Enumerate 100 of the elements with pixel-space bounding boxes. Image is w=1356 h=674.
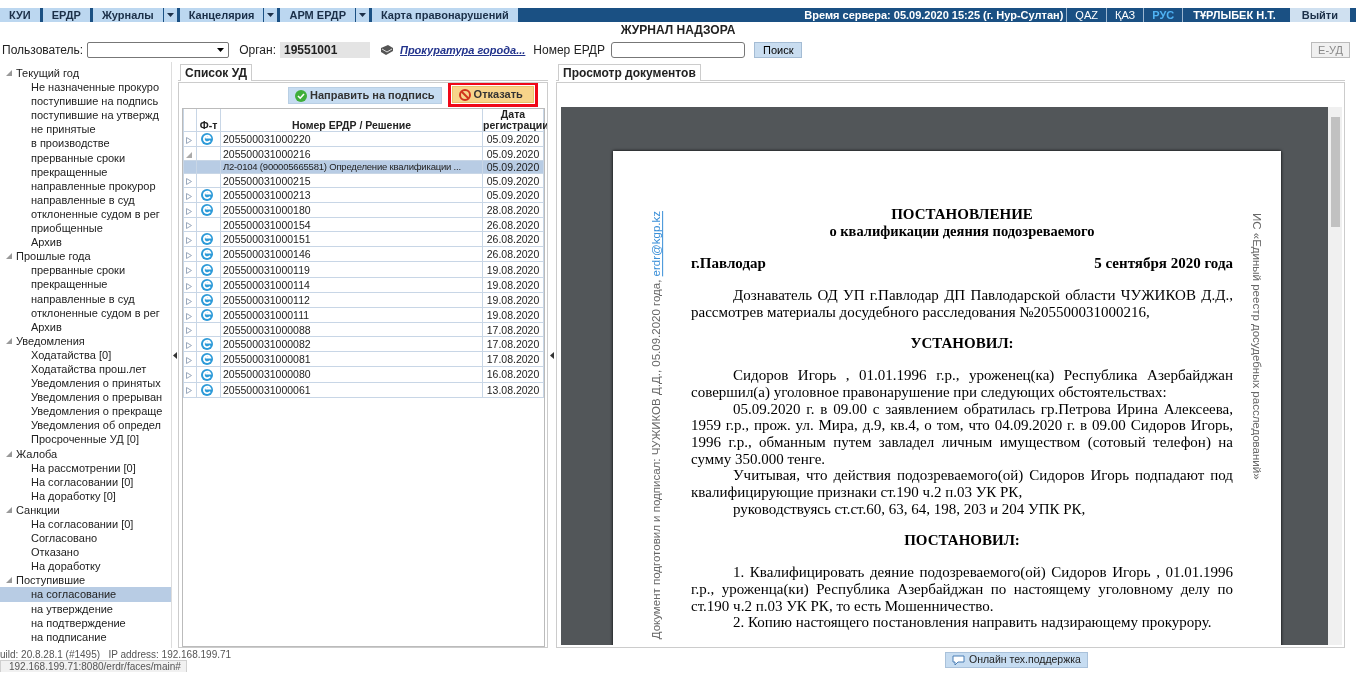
tree-item[interactable]: Уведомления о принятых <box>0 376 171 391</box>
panel-tab[interactable]: Просмотр документов <box>558 64 701 81</box>
caret-icon[interactable] <box>6 70 12 77</box>
tree-item[interactable]: приобщенные <box>0 221 171 236</box>
table-row[interactable]: 205500031000151 26.08.2020 <box>183 231 544 247</box>
caret-icon[interactable] <box>186 282 192 290</box>
tree-item[interactable]: Отказано <box>0 545 171 560</box>
search-button[interactable]: Поиск <box>753 42 803 58</box>
tree-item[interactable]: на подтверждение <box>0 615 171 630</box>
menu-tab[interactable]: Журналы <box>92 8 164 22</box>
tree-item[interactable]: Поступившие <box>16 573 86 588</box>
table-row[interactable]: Л2-0104 (900005665581) Определение квалификации ... 05.09.2020 <box>183 160 544 174</box>
tree-item[interactable]: Архив <box>0 235 171 250</box>
caret-icon[interactable] <box>186 387 192 395</box>
panel-tab[interactable]: Список УД <box>180 64 253 81</box>
tree-item[interactable]: Уведомления о прерыван <box>0 390 171 405</box>
dropdown-button[interactable] <box>356 8 372 22</box>
tree-item[interactable]: Санкции <box>16 502 60 517</box>
tree-item[interactable]: Ходатайства прош.лет <box>0 361 171 377</box>
menu-tab[interactable]: ЕРДР <box>42 8 93 22</box>
table-row[interactable]: 205500031000080 16.08.2020 <box>183 366 544 383</box>
tree-item[interactable]: прекращенные <box>0 277 171 292</box>
tree-item[interactable]: направленные в суд <box>0 192 171 207</box>
tree-item[interactable]: на согласование <box>0 587 171 602</box>
tree-item[interactable]: Жалоба <box>16 446 58 461</box>
tree-item[interactable]: Уведомления о прекраще <box>0 404 171 419</box>
tree-item[interactable]: прекращенные <box>0 164 171 179</box>
table-row[interactable]: 205500031000112 19.08.2020 <box>183 292 544 308</box>
tree-item[interactable]: направленные в суд <box>0 291 171 306</box>
table-row[interactable]: 205500031000082 17.08.2020 <box>183 336 544 352</box>
language-link[interactable]: ҚАЗ <box>1106 6 1144 24</box>
user-select[interactable] <box>87 42 230 58</box>
menu-tab[interactable]: Карта правонарушений <box>372 8 521 22</box>
book-icon[interactable] <box>380 44 394 56</box>
tree-item[interactable]: Прошлые года <box>16 249 91 264</box>
caret-icon[interactable] <box>186 297 192 305</box>
tree-item[interactable]: отклоненные судом в рег <box>0 305 171 320</box>
tree-item[interactable]: На согласовании [0] <box>0 474 171 489</box>
support-button[interactable]: Онлайн тех.поддержка <box>945 652 1088 668</box>
tree-item[interactable]: Просроченные УД [0] <box>0 432 171 447</box>
caret-icon[interactable] <box>6 506 12 513</box>
tree-item[interactable]: Архив <box>0 319 171 334</box>
table-row[interactable]: 205500031000061 13.08.2020 <box>183 382 544 398</box>
caret-icon[interactable] <box>6 450 12 457</box>
tree-item[interactable]: на подписание <box>0 629 171 644</box>
tree-item[interactable]: Согласовано <box>0 531 171 546</box>
caret-icon[interactable] <box>186 341 192 349</box>
tree-item[interactable]: Текущий год <box>16 66 80 81</box>
caret-icon[interactable] <box>186 312 192 320</box>
table-row[interactable]: 205500031000081 17.08.2020 <box>183 351 544 367</box>
send-to-sign-button[interactable]: Направить на подпись <box>288 87 442 104</box>
menu-tab[interactable]: КУИ <box>0 8 43 22</box>
caret-icon[interactable] <box>186 372 192 380</box>
reject-button[interactable]: Отказать <box>451 86 534 103</box>
caret-icon[interactable] <box>186 151 192 159</box>
caret-icon[interactable] <box>186 192 192 200</box>
tree-item[interactable]: На доработку [0] <box>0 488 171 503</box>
caret-icon[interactable] <box>186 136 192 144</box>
caret-icon[interactable] <box>6 577 12 584</box>
table-row[interactable]: 205500031000114 19.08.2020 <box>183 277 544 293</box>
table-row[interactable]: 205500031000088 17.08.2020 <box>183 322 544 337</box>
tree-item[interactable]: поступившие на утвержд <box>0 108 171 123</box>
menu-tab[interactable]: АРМ ЕРДР <box>280 8 356 22</box>
caret-icon[interactable] <box>186 208 192 216</box>
tree-item[interactable]: На доработку <box>0 559 171 574</box>
caret-icon[interactable] <box>186 267 192 275</box>
tree-item[interactable]: в производстве <box>0 136 171 151</box>
caret-icon[interactable] <box>186 236 192 244</box>
tree-item[interactable]: поступившие на подпись <box>0 94 171 109</box>
table-row[interactable]: 205500031000216 05.09.2020 <box>183 146 544 161</box>
table-row[interactable]: 205500031000213 05.09.2020 <box>183 187 544 203</box>
table-row[interactable]: 205500031000111 19.08.2020 <box>183 307 544 323</box>
table-row[interactable]: 205500031000154 26.08.2020 <box>183 217 544 232</box>
caret-icon[interactable] <box>186 252 192 260</box>
tree-item[interactable]: не принятые <box>0 122 171 137</box>
organ-link[interactable]: Прокуратура города... <box>400 41 526 59</box>
caret-icon[interactable] <box>6 337 12 344</box>
menu-tab[interactable]: Канцелярия <box>179 8 265 22</box>
tree-item[interactable]: На рассмотрении [0] <box>0 460 171 475</box>
tree-item[interactable]: прерванные сроки <box>0 263 171 278</box>
tree-item[interactable]: Не назначенные прокуро <box>0 80 171 95</box>
caret-icon[interactable] <box>6 253 12 260</box>
erdr-number-field[interactable] <box>610 42 745 58</box>
tree-item[interactable]: Уведомления <box>16 333 85 348</box>
tree-item[interactable]: отклоненные судом в рег <box>0 206 171 222</box>
tree-item[interactable]: направленные прокурор <box>0 178 171 193</box>
caret-icon[interactable] <box>186 327 192 335</box>
table-row[interactable]: 205500031000220 05.09.2020 <box>183 131 544 147</box>
email-link[interactable]: erdr@kgp.kz <box>650 211 662 277</box>
tree-item[interactable]: прерванные сроки <box>0 150 171 165</box>
tree-item[interactable]: Ходатайства [0] <box>0 347 171 362</box>
caret-icon[interactable] <box>186 178 192 186</box>
logout-button[interactable]: Выйти <box>1289 8 1350 22</box>
tree-item[interactable]: на утверждение <box>0 601 171 616</box>
caret-icon[interactable] <box>186 357 192 364</box>
table-row[interactable]: 205500031000146 26.08.2020 <box>183 246 544 262</box>
collapse-icon[interactable] <box>173 351 177 359</box>
language-link[interactable]: QAZ <box>1067 6 1106 24</box>
table-row[interactable]: 205500031000180 28.08.2020 <box>183 202 544 218</box>
language-link[interactable]: РУС <box>1144 6 1183 24</box>
